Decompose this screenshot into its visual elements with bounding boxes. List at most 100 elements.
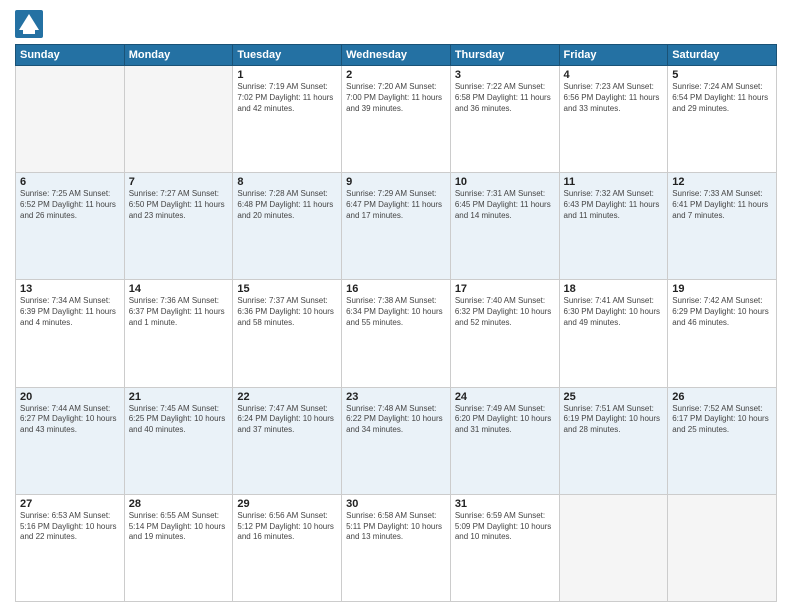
day-info: Sunrise: 7:42 AM Sunset: 6:29 PM Dayligh…	[672, 296, 772, 328]
calendar-cell: 28Sunrise: 6:55 AM Sunset: 5:14 PM Dayli…	[124, 494, 233, 601]
calendar-cell: 10Sunrise: 7:31 AM Sunset: 6:45 PM Dayli…	[450, 173, 559, 280]
day-number: 10	[455, 176, 555, 188]
day-info: Sunrise: 7:47 AM Sunset: 6:24 PM Dayligh…	[237, 404, 337, 436]
day-info: Sunrise: 7:40 AM Sunset: 6:32 PM Dayligh…	[455, 296, 555, 328]
header	[15, 10, 777, 38]
calendar-cell: 12Sunrise: 7:33 AM Sunset: 6:41 PM Dayli…	[668, 173, 777, 280]
day-number: 2	[346, 69, 446, 81]
day-info: Sunrise: 7:45 AM Sunset: 6:25 PM Dayligh…	[129, 404, 229, 436]
calendar-cell: 16Sunrise: 7:38 AM Sunset: 6:34 PM Dayli…	[342, 280, 451, 387]
calendar-cell: 29Sunrise: 6:56 AM Sunset: 5:12 PM Dayli…	[233, 494, 342, 601]
day-info: Sunrise: 7:25 AM Sunset: 6:52 PM Dayligh…	[20, 189, 120, 221]
day-number: 29	[237, 498, 337, 510]
calendar-cell: 3Sunrise: 7:22 AM Sunset: 6:58 PM Daylig…	[450, 66, 559, 173]
day-number: 4	[564, 69, 664, 81]
day-number: 17	[455, 283, 555, 295]
day-number: 8	[237, 176, 337, 188]
day-number: 3	[455, 69, 555, 81]
calendar-cell: 19Sunrise: 7:42 AM Sunset: 6:29 PM Dayli…	[668, 280, 777, 387]
day-info: Sunrise: 7:31 AM Sunset: 6:45 PM Dayligh…	[455, 189, 555, 221]
calendar-week: 1Sunrise: 7:19 AM Sunset: 7:02 PM Daylig…	[16, 66, 777, 173]
calendar-cell: 17Sunrise: 7:40 AM Sunset: 6:32 PM Dayli…	[450, 280, 559, 387]
calendar-cell	[124, 66, 233, 173]
day-number: 23	[346, 391, 446, 403]
header-row: SundayMondayTuesdayWednesdayThursdayFrid…	[16, 45, 777, 66]
calendar-cell: 23Sunrise: 7:48 AM Sunset: 6:22 PM Dayli…	[342, 387, 451, 494]
calendar-cell: 13Sunrise: 7:34 AM Sunset: 6:39 PM Dayli…	[16, 280, 125, 387]
calendar-cell: 4Sunrise: 7:23 AM Sunset: 6:56 PM Daylig…	[559, 66, 668, 173]
day-number: 18	[564, 283, 664, 295]
calendar-cell: 27Sunrise: 6:53 AM Sunset: 5:16 PM Dayli…	[16, 494, 125, 601]
calendar-cell: 2Sunrise: 7:20 AM Sunset: 7:00 PM Daylig…	[342, 66, 451, 173]
calendar-cell: 15Sunrise: 7:37 AM Sunset: 6:36 PM Dayli…	[233, 280, 342, 387]
day-info: Sunrise: 7:41 AM Sunset: 6:30 PM Dayligh…	[564, 296, 664, 328]
calendar-cell: 8Sunrise: 7:28 AM Sunset: 6:48 PM Daylig…	[233, 173, 342, 280]
day-info: Sunrise: 7:20 AM Sunset: 7:00 PM Dayligh…	[346, 82, 446, 114]
day-info: Sunrise: 7:27 AM Sunset: 6:50 PM Dayligh…	[129, 189, 229, 221]
calendar-cell: 1Sunrise: 7:19 AM Sunset: 7:02 PM Daylig…	[233, 66, 342, 173]
calendar-cell	[668, 494, 777, 601]
day-number: 1	[237, 69, 337, 81]
calendar-cell: 20Sunrise: 7:44 AM Sunset: 6:27 PM Dayli…	[16, 387, 125, 494]
day-number: 20	[20, 391, 120, 403]
day-number: 26	[672, 391, 772, 403]
day-info: Sunrise: 7:23 AM Sunset: 6:56 PM Dayligh…	[564, 82, 664, 114]
day-header: Tuesday	[233, 45, 342, 66]
calendar-cell: 18Sunrise: 7:41 AM Sunset: 6:30 PM Dayli…	[559, 280, 668, 387]
day-info: Sunrise: 6:58 AM Sunset: 5:11 PM Dayligh…	[346, 511, 446, 543]
day-info: Sunrise: 7:33 AM Sunset: 6:41 PM Dayligh…	[672, 189, 772, 221]
day-info: Sunrise: 7:34 AM Sunset: 6:39 PM Dayligh…	[20, 296, 120, 328]
page: SundayMondayTuesdayWednesdayThursdayFrid…	[0, 0, 792, 612]
calendar-cell: 5Sunrise: 7:24 AM Sunset: 6:54 PM Daylig…	[668, 66, 777, 173]
day-number: 14	[129, 283, 229, 295]
day-number: 16	[346, 283, 446, 295]
calendar-cell: 31Sunrise: 6:59 AM Sunset: 5:09 PM Dayli…	[450, 494, 559, 601]
calendar-cell: 24Sunrise: 7:49 AM Sunset: 6:20 PM Dayli…	[450, 387, 559, 494]
day-info: Sunrise: 7:36 AM Sunset: 6:37 PM Dayligh…	[129, 296, 229, 328]
calendar-cell: 9Sunrise: 7:29 AM Sunset: 6:47 PM Daylig…	[342, 173, 451, 280]
day-number: 21	[129, 391, 229, 403]
day-header: Monday	[124, 45, 233, 66]
day-number: 12	[672, 176, 772, 188]
calendar-cell: 7Sunrise: 7:27 AM Sunset: 6:50 PM Daylig…	[124, 173, 233, 280]
day-info: Sunrise: 7:29 AM Sunset: 6:47 PM Dayligh…	[346, 189, 446, 221]
calendar-cell	[559, 494, 668, 601]
day-number: 13	[20, 283, 120, 295]
day-info: Sunrise: 7:49 AM Sunset: 6:20 PM Dayligh…	[455, 404, 555, 436]
day-number: 15	[237, 283, 337, 295]
day-info: Sunrise: 7:24 AM Sunset: 6:54 PM Dayligh…	[672, 82, 772, 114]
day-info: Sunrise: 7:22 AM Sunset: 6:58 PM Dayligh…	[455, 82, 555, 114]
day-info: Sunrise: 7:48 AM Sunset: 6:22 PM Dayligh…	[346, 404, 446, 436]
calendar-cell: 6Sunrise: 7:25 AM Sunset: 6:52 PM Daylig…	[16, 173, 125, 280]
day-info: Sunrise: 7:37 AM Sunset: 6:36 PM Dayligh…	[237, 296, 337, 328]
calendar-cell: 30Sunrise: 6:58 AM Sunset: 5:11 PM Dayli…	[342, 494, 451, 601]
calendar-cell: 26Sunrise: 7:52 AM Sunset: 6:17 PM Dayli…	[668, 387, 777, 494]
day-number: 25	[564, 391, 664, 403]
day-header: Thursday	[450, 45, 559, 66]
day-info: Sunrise: 7:44 AM Sunset: 6:27 PM Dayligh…	[20, 404, 120, 436]
day-number: 31	[455, 498, 555, 510]
day-info: Sunrise: 7:32 AM Sunset: 6:43 PM Dayligh…	[564, 189, 664, 221]
calendar-week: 6Sunrise: 7:25 AM Sunset: 6:52 PM Daylig…	[16, 173, 777, 280]
day-number: 24	[455, 391, 555, 403]
calendar-cell: 11Sunrise: 7:32 AM Sunset: 6:43 PM Dayli…	[559, 173, 668, 280]
day-info: Sunrise: 6:59 AM Sunset: 5:09 PM Dayligh…	[455, 511, 555, 543]
day-info: Sunrise: 6:56 AM Sunset: 5:12 PM Dayligh…	[237, 511, 337, 543]
day-number: 7	[129, 176, 229, 188]
day-header: Sunday	[16, 45, 125, 66]
day-number: 27	[20, 498, 120, 510]
calendar-cell: 25Sunrise: 7:51 AM Sunset: 6:19 PM Dayli…	[559, 387, 668, 494]
logo	[15, 10, 47, 38]
day-info: Sunrise: 7:51 AM Sunset: 6:19 PM Dayligh…	[564, 404, 664, 436]
calendar-cell: 22Sunrise: 7:47 AM Sunset: 6:24 PM Dayli…	[233, 387, 342, 494]
day-header: Wednesday	[342, 45, 451, 66]
day-header: Friday	[559, 45, 668, 66]
day-number: 19	[672, 283, 772, 295]
calendar-cell	[16, 66, 125, 173]
calendar-week: 13Sunrise: 7:34 AM Sunset: 6:39 PM Dayli…	[16, 280, 777, 387]
day-header: Saturday	[668, 45, 777, 66]
logo-icon	[15, 10, 43, 38]
calendar-week: 27Sunrise: 6:53 AM Sunset: 5:16 PM Dayli…	[16, 494, 777, 601]
calendar-cell: 14Sunrise: 7:36 AM Sunset: 6:37 PM Dayli…	[124, 280, 233, 387]
day-number: 6	[20, 176, 120, 188]
